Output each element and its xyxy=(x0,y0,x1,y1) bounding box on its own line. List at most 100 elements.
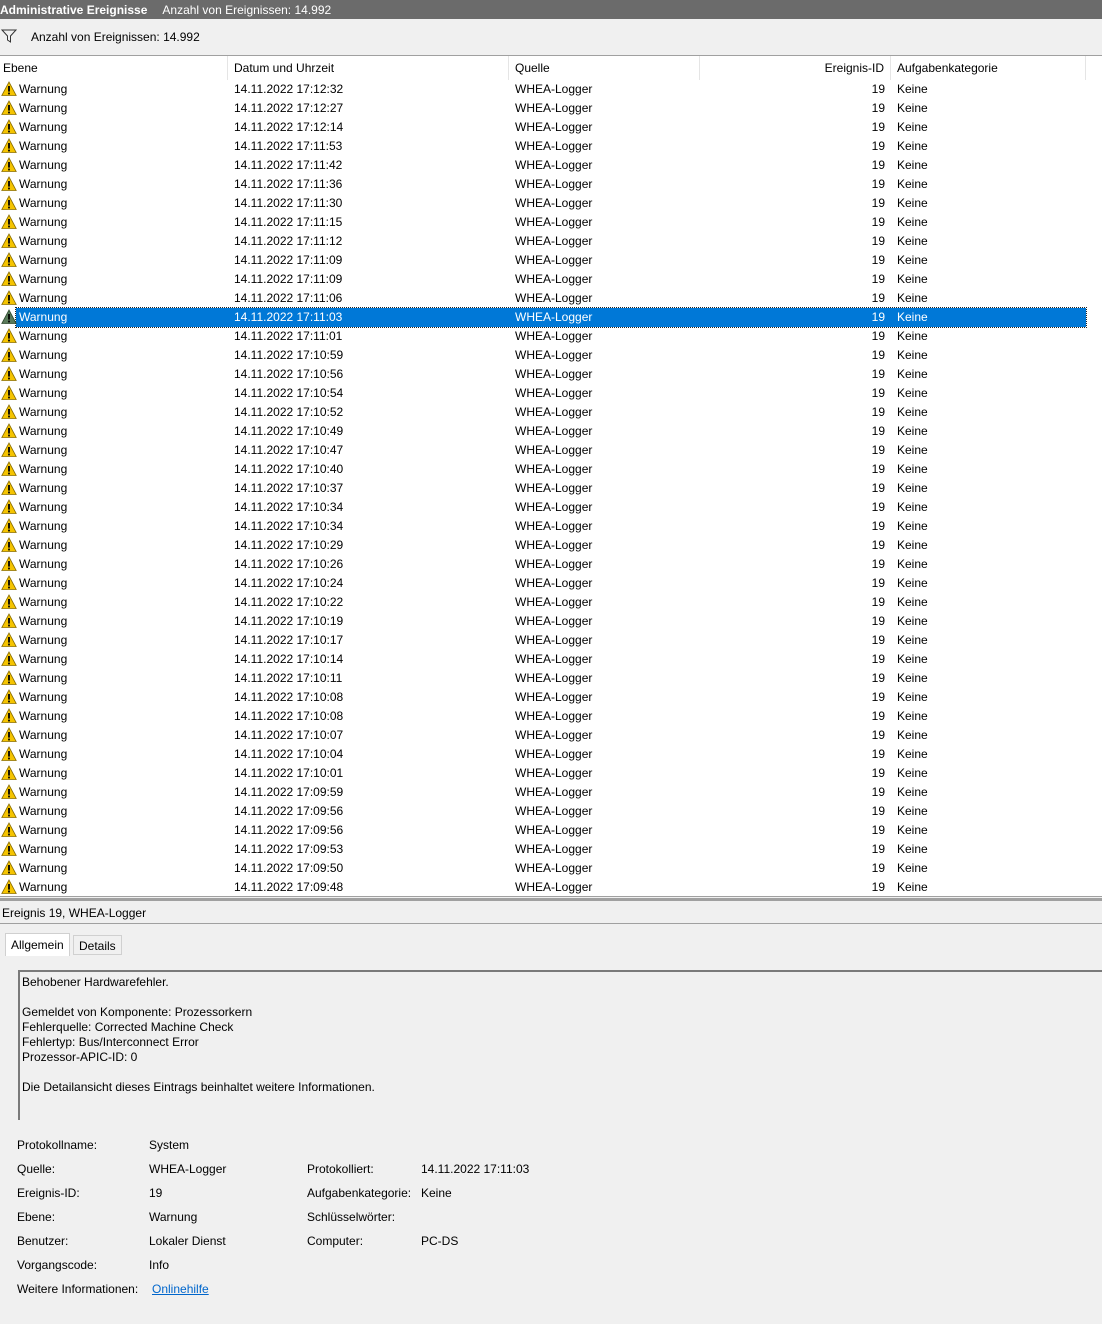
table-row[interactable]: Warnung 14.11.2022 17:11:06 WHEA-Logger 19 K… xyxy=(0,289,1102,308)
event-description[interactable]: Behobener Hardwarefehler. Gemeldet von Ko… xyxy=(18,970,1102,1120)
prop-level: Warnung xyxy=(149,1210,198,1224)
cell-task-category: Keine xyxy=(897,709,928,723)
warning-icon xyxy=(1,271,17,286)
table-row[interactable]: Warnung 14.11.2022 17:09:50 WHEA-Logger 19 K… xyxy=(0,859,1102,878)
table-row[interactable]: Warnung 14.11.2022 17:10:26 WHEA-Logger 19 K… xyxy=(0,555,1102,574)
table-row[interactable]: Warnung 14.11.2022 17:11:03 WHEA-Logger 19 K… xyxy=(0,307,1102,328)
table-row[interactable]: Warnung 14.11.2022 17:10:29 WHEA-Logger 19 K… xyxy=(0,536,1102,555)
table-row[interactable]: Warnung 14.11.2022 17:09:59 WHEA-Logger 19 K… xyxy=(0,783,1102,802)
table-row[interactable]: Warnung 14.11.2022 17:11:30 WHEA-Logger 19 K… xyxy=(0,194,1102,213)
event-list[interactable]: Ebene Datum und Uhrzeit Quelle Ereignis-… xyxy=(0,56,1102,897)
table-row[interactable]: Warnung 14.11.2022 17:10:40 WHEA-Logger 19 K… xyxy=(0,460,1102,479)
table-row[interactable]: Warnung 14.11.2022 17:10:22 WHEA-Logger 19 K… xyxy=(0,593,1102,612)
prop-source-label: Quelle: xyxy=(17,1162,56,1176)
table-row[interactable]: Warnung 14.11.2022 17:11:15 WHEA-Logger 19 K… xyxy=(0,213,1102,232)
cell-event-id: 19 xyxy=(871,234,885,248)
cell-task-category: Keine xyxy=(897,861,928,875)
cell-level: Warnung xyxy=(19,823,68,837)
table-row[interactable]: Warnung 14.11.2022 17:11:09 WHEA-Logger 19 K… xyxy=(0,270,1102,289)
detail-title: Ereignis 19, WHEA-Logger xyxy=(0,903,1102,924)
cell-event-id: 19 xyxy=(871,291,885,305)
table-row[interactable]: Warnung 14.11.2022 17:12:14 WHEA-Logger 19 K… xyxy=(0,118,1102,137)
warning-icon xyxy=(1,651,17,666)
cell-event-id: 19 xyxy=(871,519,885,533)
column-header-level[interactable]: Ebene xyxy=(0,56,228,80)
warning-icon xyxy=(1,233,17,248)
cell-level: Warnung xyxy=(19,728,68,742)
table-row[interactable]: Warnung 14.11.2022 17:10:08 WHEA-Logger 19 K… xyxy=(0,707,1102,726)
table-row[interactable]: Warnung 14.11.2022 17:09:56 WHEA-Logger 19 K… xyxy=(0,821,1102,840)
warning-icon xyxy=(1,442,17,457)
cell-source: WHEA-Logger xyxy=(515,177,593,191)
splitter[interactable] xyxy=(0,898,1102,901)
prop-task-category-label: Aufgabenkategorie: xyxy=(307,1186,412,1200)
cell-task-category: Keine xyxy=(897,595,928,609)
column-header-datetime[interactable]: Datum und Uhrzeit xyxy=(228,56,509,80)
table-row[interactable]: Warnung 14.11.2022 17:10:49 WHEA-Logger 19 K… xyxy=(0,422,1102,441)
table-row[interactable]: Warnung 14.11.2022 17:12:27 WHEA-Logger 19 K… xyxy=(0,99,1102,118)
column-header-source[interactable]: Quelle xyxy=(509,56,700,80)
cell-task-category: Keine xyxy=(897,690,928,704)
table-row[interactable]: Warnung 14.11.2022 17:11:42 WHEA-Logger 19 K… xyxy=(0,156,1102,175)
column-header-event-id[interactable]: Ereignis-ID xyxy=(700,56,891,80)
table-row[interactable]: Warnung 14.11.2022 17:10:17 WHEA-Logger 19 K… xyxy=(0,631,1102,650)
table-row[interactable]: Warnung 14.11.2022 17:10:11 WHEA-Logger 19 K… xyxy=(0,669,1102,688)
table-row[interactable]: Warnung 14.11.2022 17:11:53 WHEA-Logger 19 K… xyxy=(0,137,1102,156)
cell-source: WHEA-Logger xyxy=(515,766,593,780)
column-header-task-category[interactable]: Aufgabenkategorie xyxy=(891,56,1086,80)
table-row[interactable]: Warnung 14.11.2022 17:10:07 WHEA-Logger 19 K… xyxy=(0,726,1102,745)
warning-icon xyxy=(1,860,17,875)
event-rows: Warnung 14.11.2022 17:12:32 WHEA-Logger 19 K… xyxy=(0,80,1102,896)
table-row[interactable]: Warnung 14.11.2022 17:09:53 WHEA-Logger 19 K… xyxy=(0,840,1102,859)
cell-source: WHEA-Logger xyxy=(515,348,593,362)
table-row[interactable]: Warnung 14.11.2022 17:10:01 WHEA-Logger 19 K… xyxy=(0,764,1102,783)
table-row[interactable]: Warnung 14.11.2022 17:10:04 WHEA-Logger 19 K… xyxy=(0,745,1102,764)
table-row[interactable]: Warnung 14.11.2022 17:10:19 WHEA-Logger 19 K… xyxy=(0,612,1102,631)
table-row[interactable]: Warnung 14.11.2022 17:12:32 WHEA-Logger 19 K… xyxy=(0,80,1102,99)
description-line xyxy=(22,1065,1100,1080)
cell-task-category: Keine xyxy=(897,234,928,248)
table-row[interactable]: Warnung 14.11.2022 17:10:52 WHEA-Logger 19 K… xyxy=(0,403,1102,422)
table-row[interactable]: Warnung 14.11.2022 17:09:56 WHEA-Logger 19 K… xyxy=(0,802,1102,821)
table-row[interactable]: Warnung 14.11.2022 17:10:59 WHEA-Logger 19 K… xyxy=(0,346,1102,365)
event-list-header: Ebene Datum und Uhrzeit Quelle Ereignis-… xyxy=(0,56,1102,80)
table-row[interactable]: Warnung 14.11.2022 17:11:09 WHEA-Logger 19 K… xyxy=(0,251,1102,270)
table-row[interactable]: Warnung 14.11.2022 17:11:36 WHEA-Logger 19 K… xyxy=(0,175,1102,194)
cell-event-id: 19 xyxy=(871,747,885,761)
table-row[interactable]: Warnung 14.11.2022 17:10:34 WHEA-Logger 19 K… xyxy=(0,498,1102,517)
description-line: Prozessor-APIC-ID: 0 xyxy=(22,1050,138,1064)
cell-task-category: Keine xyxy=(897,576,928,590)
cell-level: Warnung xyxy=(19,842,68,856)
table-row[interactable]: Warnung 14.11.2022 17:09:48 WHEA-Logger 19 K… xyxy=(0,878,1102,896)
cell-source: WHEA-Logger xyxy=(515,253,593,267)
cell-event-id: 19 xyxy=(871,671,885,685)
table-row[interactable]: Warnung 14.11.2022 17:10:14 WHEA-Logger 19 K… xyxy=(0,650,1102,669)
cell-datetime: 14.11.2022 17:10:49 xyxy=(234,424,344,438)
cell-datetime: 14.11.2022 17:10:47 xyxy=(234,443,344,457)
table-row[interactable]: Warnung 14.11.2022 17:10:08 WHEA-Logger 19 K… xyxy=(0,688,1102,707)
online-help-link[interactable]: Onlinehilfe xyxy=(152,1280,209,1304)
cell-datetime: 14.11.2022 17:10:01 xyxy=(234,766,344,780)
table-row[interactable]: Warnung 14.11.2022 17:11:01 WHEA-Logger 19 K… xyxy=(0,327,1102,346)
cell-task-category: Keine xyxy=(897,329,928,343)
table-row[interactable]: Warnung 14.11.2022 17:11:12 WHEA-Logger 19 K… xyxy=(0,232,1102,251)
table-row[interactable]: Warnung 14.11.2022 17:10:56 WHEA-Logger 19 K… xyxy=(0,365,1102,384)
table-row[interactable]: Warnung 14.11.2022 17:10:47 WHEA-Logger 19 K… xyxy=(0,441,1102,460)
tab-details[interactable]: Details xyxy=(73,935,122,955)
table-row[interactable]: Warnung 14.11.2022 17:10:34 WHEA-Logger 19 K… xyxy=(0,517,1102,536)
warning-icon xyxy=(1,841,17,856)
table-row[interactable]: Warnung 14.11.2022 17:10:37 WHEA-Logger 19 K… xyxy=(0,479,1102,498)
cell-task-category: Keine xyxy=(897,538,928,552)
warning-icon xyxy=(1,632,17,647)
cell-task-category: Keine xyxy=(897,880,928,894)
cell-level: Warnung xyxy=(19,158,68,172)
cell-source: WHEA-Logger xyxy=(515,405,593,419)
tab-general[interactable]: Allgemein xyxy=(5,933,70,956)
table-row[interactable]: Warnung 14.11.2022 17:10:24 WHEA-Logger 19 K… xyxy=(0,574,1102,593)
cell-task-category: Keine xyxy=(897,823,928,837)
panel-event-count: Anzahl von Ereignissen: 14.992 xyxy=(162,2,332,17)
cell-datetime: 14.11.2022 17:11:01 xyxy=(234,329,343,343)
warning-icon xyxy=(1,176,17,191)
filter-icon[interactable] xyxy=(1,28,17,44)
table-row[interactable]: Warnung 14.11.2022 17:10:54 WHEA-Logger 19 K… xyxy=(0,384,1102,403)
